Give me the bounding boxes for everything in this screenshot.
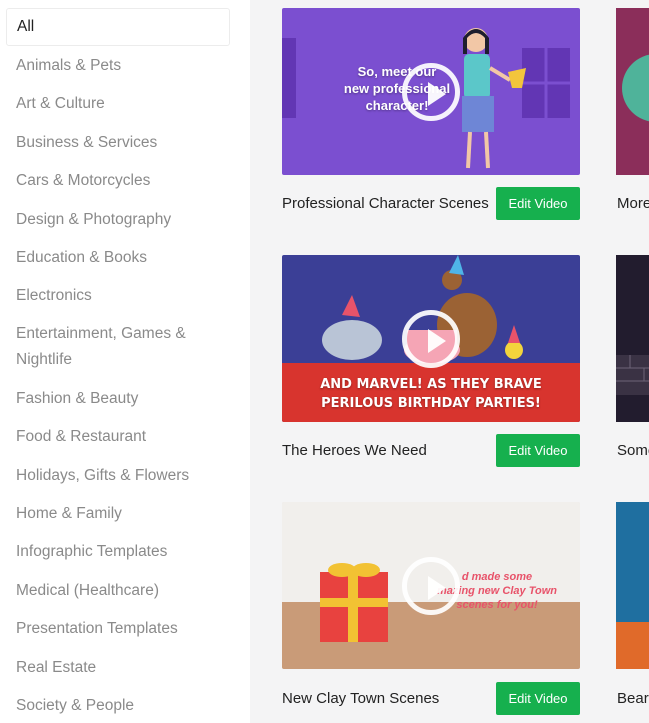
video-thumbnail-partial[interactable] <box>616 8 649 175</box>
play-icon[interactable] <box>402 62 460 121</box>
edit-video-button[interactable]: Edit Video <box>496 434 580 467</box>
video-thumbnail-partial[interactable] <box>616 502 649 669</box>
category-medical[interactable]: Medical (Healthcare) <box>6 578 230 603</box>
category-society-people[interactable]: Society & People <box>6 693 230 718</box>
category-design-photography[interactable]: Design & Photography <box>6 207 230 232</box>
card-title-partial: Some <box>617 442 649 459</box>
partial-thumbnail-art <box>616 622 649 669</box>
card-title: The Heroes We Need <box>282 442 427 459</box>
category-food-restaurant[interactable]: Food & Restaurant <box>6 424 230 449</box>
video-thumbnail-heroes[interactable]: AND MARVEL! AS THEY BRAVE PERILOUS BIRTH… <box>282 255 580 422</box>
partial-thumbnail-art <box>616 355 649 395</box>
video-thumbnail-professional-character[interactable]: So, meet our new professional character! <box>282 8 580 175</box>
video-overlay-text: AND MARVEL! AS THEY BRAVE PERILOUS BIRTH… <box>320 377 542 411</box>
edit-video-button[interactable]: Edit Video <box>496 187 580 220</box>
category-business-services[interactable]: Business & Services <box>6 130 230 155</box>
category-holidays-gifts[interactable]: Holidays, Gifts & Flowers <box>6 463 230 488</box>
play-icon[interactable] <box>402 309 460 368</box>
card-title: New Clay Town Scenes <box>282 690 440 707</box>
card-title: Professional Character Scenes <box>282 195 489 212</box>
category-art-culture[interactable]: Art & Culture <box>6 91 230 116</box>
category-presentation[interactable]: Presentation Templates <box>6 616 230 641</box>
category-all[interactable]: All <box>6 8 230 46</box>
category-fashion-beauty[interactable]: Fashion & Beauty <box>6 386 230 411</box>
category-infographic[interactable]: Infographic Templates <box>6 539 230 564</box>
video-thumbnail-partial[interactable] <box>616 255 649 422</box>
category-animals-pets[interactable]: Animals & Pets <box>6 53 230 78</box>
edit-video-button[interactable]: Edit Video <box>496 682 580 715</box>
category-sidebar: All Animals & Pets Art & Culture Busines… <box>0 0 250 723</box>
category-education-books[interactable]: Education & Books <box>6 245 230 270</box>
card-title-partial: More <box>617 195 649 212</box>
category-entertainment-line1[interactable]: Entertainment, Games & <box>6 321 230 346</box>
category-entertainment-line2[interactable]: Nightlife <box>6 347 230 372</box>
card-title-partial: Bear <box>617 690 649 707</box>
category-real-estate[interactable]: Real Estate <box>6 655 230 680</box>
play-icon[interactable] <box>402 556 460 615</box>
partial-thumbnail-art <box>622 54 649 122</box>
category-cars-motorcycles[interactable]: Cars & Motorcycles <box>6 168 230 193</box>
video-thumbnail-clay-town[interactable]: d made some mazing new Clay Town scenes … <box>282 502 580 669</box>
category-electronics[interactable]: Electronics <box>6 283 230 308</box>
category-home-family[interactable]: Home & Family <box>6 501 230 526</box>
